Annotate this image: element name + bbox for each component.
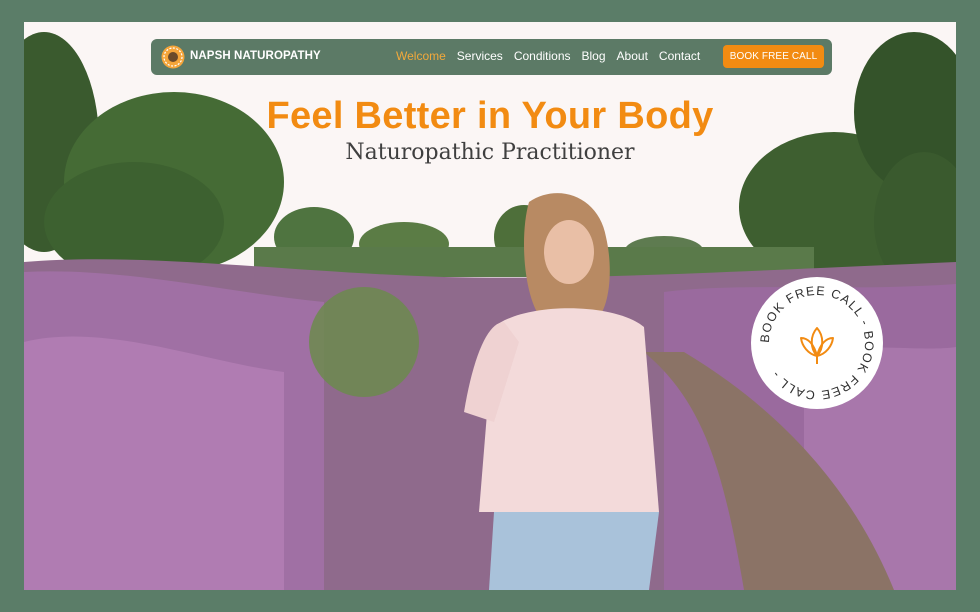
hero-section: NAPSH NATUROPATHY Welcome Services Condi… bbox=[24, 22, 956, 590]
hero-title: Feel Better in Your Body bbox=[266, 95, 714, 137]
book-free-call-button[interactable]: BOOK FREE CALL bbox=[723, 45, 824, 68]
hero-subtitle: Naturopathic Practitioner bbox=[345, 140, 635, 165]
nav-link-contact[interactable]: Contact bbox=[659, 49, 700, 63]
top-navbar: NAPSH NATUROPATHY Welcome Services Condi… bbox=[151, 39, 832, 75]
nav-link-services[interactable]: Services bbox=[457, 49, 503, 63]
main-menu: Welcome Services Conditions Blog About C… bbox=[396, 49, 700, 63]
brand-name[interactable]: NAPSH NATUROPATHY bbox=[190, 50, 321, 62]
nav-link-welcome[interactable]: Welcome bbox=[396, 49, 446, 63]
nav-link-conditions[interactable]: Conditions bbox=[514, 49, 571, 63]
sunflower-icon[interactable] bbox=[161, 45, 185, 69]
nav-link-about[interactable]: About bbox=[617, 49, 648, 63]
nav-link-blog[interactable]: Blog bbox=[582, 49, 606, 63]
book-free-call-badge[interactable]: BOOK FREE CALL - BOOK FREE CALL - bbox=[750, 276, 884, 410]
